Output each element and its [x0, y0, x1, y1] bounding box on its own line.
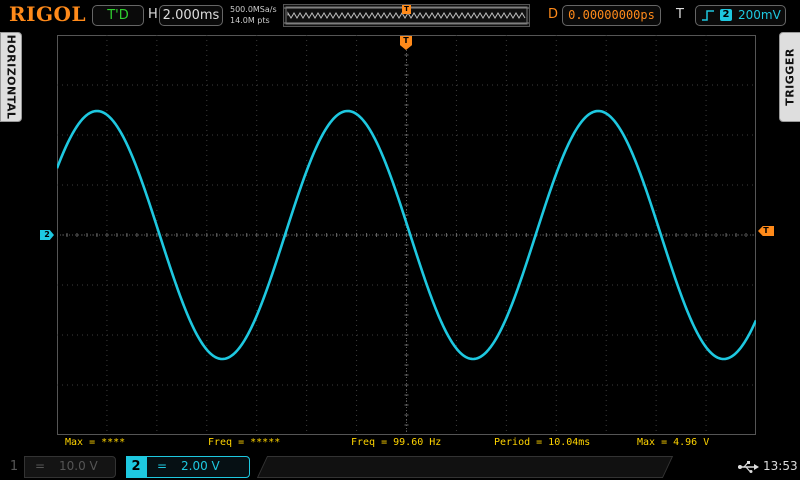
- channel-2-offset-marker[interactable]: 2: [40, 230, 54, 240]
- channel-2-indicator[interactable]: 2 = 2.00 V: [126, 456, 250, 478]
- channel-2-number: 2: [126, 456, 146, 478]
- sample-rate: 500.0MSa/s: [230, 5, 277, 14]
- run-state-indicator[interactable]: T'D: [92, 5, 144, 26]
- dc-coupling-icon: =: [35, 459, 46, 473]
- trigger-rising-edge-icon: [702, 10, 714, 21]
- horizontal-label: H: [148, 7, 158, 22]
- bottom-status-bar: 1 = 10.0 V 2 = 2.00 V 13:53: [0, 452, 800, 480]
- trigger-level-value: 200mV: [738, 8, 781, 22]
- measurement-item: Max = ****: [65, 437, 126, 448]
- trigger-tab-label: TRIGGER: [783, 48, 797, 106]
- measurement-item: Freq = 99.60 Hz: [351, 437, 442, 448]
- measurement-item: Period = 10.04ms: [494, 437, 591, 448]
- memory-trigger-marker: T: [402, 5, 411, 14]
- memory-overview-strip: T: [283, 4, 530, 27]
- channel-2-waveform: [57, 109, 756, 361]
- channel-1-scale: 10.0 V: [59, 459, 98, 473]
- horizontal-tab-label: HORIZONTAL: [4, 34, 18, 120]
- trigger-menu-tab[interactable]: TRIGGER: [779, 32, 800, 122]
- channel-2-trace: [57, 109, 756, 361]
- trigger-settings[interactable]: 2 200mV: [695, 5, 786, 26]
- waveform-display[interactable]: [57, 35, 756, 435]
- delay-label: D: [548, 7, 559, 22]
- top-status-bar: RIGOL T'D H 2.000ms 500.0MSa/s 14.0M pts…: [0, 0, 800, 30]
- channel-1-settings: = 10.0 V: [24, 456, 116, 478]
- horizontal-menu-tab[interactable]: HORIZONTAL: [0, 32, 22, 122]
- channel-1-number: 1: [9, 459, 19, 474]
- brand-logo: RIGOL: [9, 2, 87, 26]
- channel-2-scale: 2.00 V: [181, 459, 220, 473]
- memory-depth: 14.0M pts: [230, 16, 270, 25]
- usb-icon: [738, 461, 759, 473]
- timebase-value[interactable]: 2.000ms: [159, 5, 223, 26]
- trigger-level-marker[interactable]: T: [758, 226, 774, 236]
- channel-1-indicator[interactable]: 1 = 10.0 V: [4, 456, 116, 478]
- measurement-item: Freq = *****: [208, 437, 281, 448]
- acquisition-info: 500.0MSa/s 14.0M pts: [230, 4, 277, 26]
- clock: 13:53: [763, 459, 798, 473]
- bottom-empty-panel: [256, 456, 674, 478]
- channel-2-settings: = 2.00 V: [146, 456, 250, 478]
- trigger-delay-value[interactable]: 0.00000000ps: [562, 5, 661, 26]
- measurement-item: Max = 4.96 V: [637, 437, 710, 448]
- measurement-bar: Max = **** Freq = ***** Freq = 99.60 Hz …: [57, 436, 756, 450]
- trigger-label: T: [676, 7, 684, 22]
- trigger-source-badge: 2: [720, 9, 732, 21]
- dc-coupling-icon: =: [157, 459, 168, 473]
